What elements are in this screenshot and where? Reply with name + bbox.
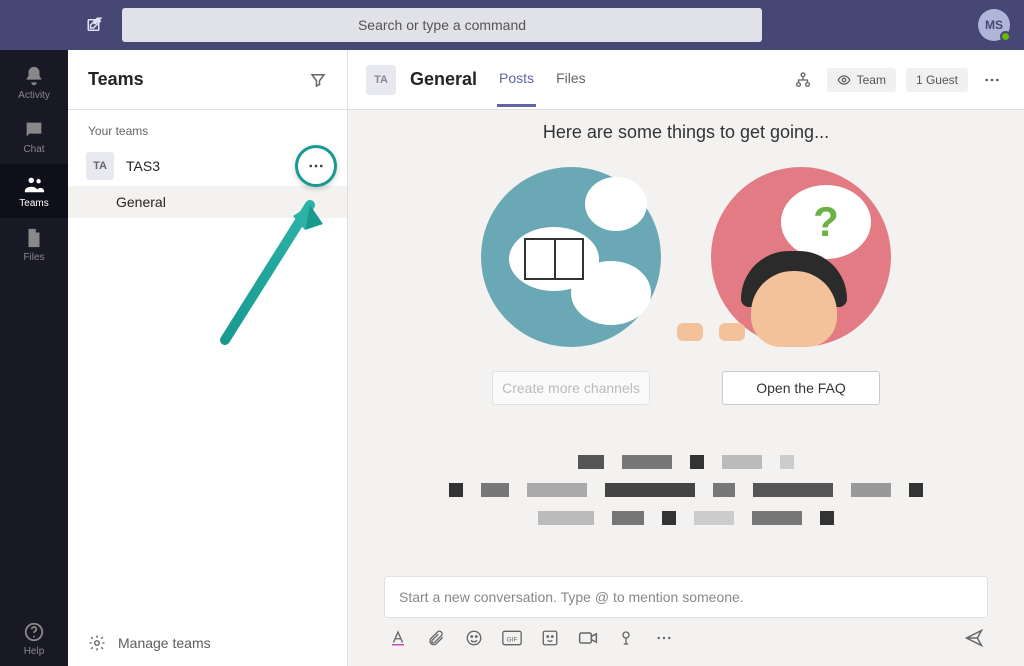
manage-teams-label: Manage teams	[118, 635, 211, 651]
sticker-icon[interactable]	[540, 628, 560, 648]
channels-illustration	[481, 167, 661, 347]
avatar-initials: MS	[985, 18, 1003, 32]
filter-icon[interactable]	[309, 71, 327, 89]
composer-input[interactable]: Start a new conversation. Type @ to ment…	[384, 576, 988, 618]
panel-header: Teams	[68, 50, 347, 110]
org-chart-icon[interactable]	[789, 66, 817, 94]
section-label: Your teams	[68, 110, 347, 146]
send-icon[interactable]	[964, 628, 984, 648]
rail-activity[interactable]: Activity	[0, 56, 68, 110]
rail-chat[interactable]: Chat	[0, 110, 68, 164]
faq-illustration: ?	[711, 167, 891, 347]
rail-label: Files	[23, 252, 44, 263]
composer: Start a new conversation. Type @ to ment…	[348, 576, 1024, 666]
tab-posts[interactable]: Posts	[497, 52, 536, 107]
avatar[interactable]: MS	[978, 9, 1010, 41]
channel-tabs: Posts Files	[497, 52, 588, 107]
stream-icon[interactable]	[616, 628, 636, 648]
main-content: TA General Posts Files Team 1 Guest Here…	[348, 50, 1024, 666]
visibility-label: Team	[857, 73, 886, 87]
team-more-button[interactable]	[295, 145, 337, 187]
rail-files[interactable]: Files	[0, 218, 68, 272]
card-create-channels: Create more channels	[481, 167, 661, 405]
manage-teams-button[interactable]: Manage teams	[68, 620, 347, 666]
welcome-title: Here are some things to get going...	[543, 122, 829, 143]
redacted-message	[476, 455, 896, 545]
format-icon[interactable]	[388, 628, 408, 648]
composer-toolbar: GIF	[384, 618, 988, 648]
search-input[interactable]	[122, 8, 762, 42]
rail-label: Chat	[23, 144, 44, 155]
attach-icon[interactable]	[426, 628, 446, 648]
svg-text:GIF: GIF	[506, 636, 517, 643]
welcome-cards: Create more channels ? Open the FAQ	[481, 167, 891, 405]
team-avatar: TA	[86, 152, 114, 180]
title-bar: MS	[0, 0, 1024, 50]
card-faq: ? Open the FAQ	[711, 167, 891, 405]
presence-available-icon	[1000, 31, 1011, 42]
guest-label: 1 Guest	[916, 73, 958, 87]
teams-panel: Teams Your teams TA TAS3 General Manage …	[68, 50, 348, 666]
more-icon[interactable]	[654, 628, 674, 648]
open-faq-button[interactable]: Open the FAQ	[722, 371, 880, 405]
channel-actions: Team 1 Guest	[789, 66, 1006, 94]
rail-label: Teams	[19, 198, 48, 209]
guest-chip[interactable]: 1 Guest	[906, 68, 968, 92]
visibility-chip[interactable]: Team	[827, 68, 896, 92]
tab-files[interactable]: Files	[554, 52, 588, 107]
rail-teams[interactable]: Teams	[0, 164, 68, 218]
panel-title: Teams	[88, 69, 144, 90]
channel-title: General	[410, 69, 477, 90]
channel-more-button[interactable]	[978, 66, 1006, 94]
gear-icon	[88, 634, 106, 652]
emoji-icon[interactable]	[464, 628, 484, 648]
channel-general[interactable]: General	[68, 186, 347, 218]
gif-icon[interactable]: GIF	[502, 628, 522, 648]
channel-avatar: TA	[366, 65, 396, 95]
compose-icon[interactable]	[86, 16, 104, 34]
channel-content: Here are some things to get going... Cre…	[348, 110, 1024, 576]
meet-now-icon[interactable]	[578, 628, 598, 648]
ellipsis-icon	[307, 157, 325, 175]
create-channels-button[interactable]: Create more channels	[492, 371, 650, 405]
rail-label: Activity	[18, 90, 50, 101]
team-row[interactable]: TA TAS3	[68, 146, 347, 186]
app-rail: Activity Chat Teams Files Help	[0, 50, 68, 666]
eye-icon	[837, 73, 851, 87]
channel-header: TA General Posts Files Team 1 Guest	[348, 50, 1024, 110]
rail-help[interactable]: Help	[0, 612, 68, 666]
team-name: TAS3	[126, 158, 160, 174]
rail-label: Help	[24, 646, 45, 657]
ellipsis-icon	[983, 71, 1001, 89]
